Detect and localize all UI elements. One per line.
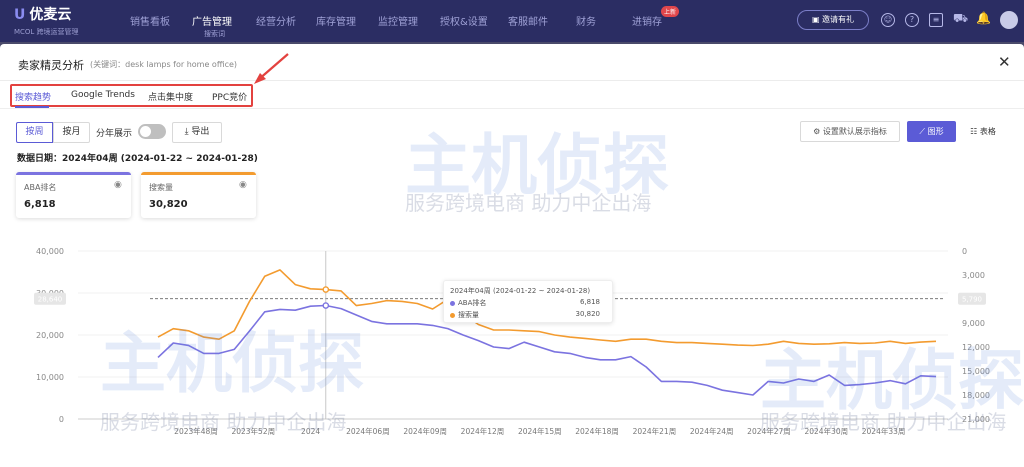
line-chart-icon: ⟋ xyxy=(919,127,928,136)
chart-tooltip: 2024年04周 (2024-01-22 ~ 2024-01-28) ABA排名… xyxy=(443,280,613,323)
tab-search-trend[interactable]: 搜索趋势 xyxy=(15,90,51,103)
settings-icon: ⚙ xyxy=(813,127,823,136)
y-right-tick-label: 3,000 xyxy=(962,271,985,280)
x-tick-label: 2023年48周 xyxy=(174,426,218,436)
y-left-tick-label: 40,000 xyxy=(36,247,64,256)
reference-label-right: 5,790 xyxy=(962,296,982,304)
nav-item-inventory[interactable]: 库存管理 xyxy=(316,13,356,28)
annotation-arrow-icon xyxy=(254,53,289,84)
card-accent-bar xyxy=(141,172,256,175)
graph-view-button[interactable]: ⟋ 图形 xyxy=(907,121,956,142)
series-dot-icon xyxy=(450,312,455,318)
search-trend-chart[interactable]: 010,00020,00030,00040,00003,0006,0009,00… xyxy=(0,239,1024,467)
nav-item-finance[interactable]: 财务 xyxy=(576,13,596,28)
y-right-tick-label: 18,000 xyxy=(962,391,990,400)
y-right-tick-label: 9,000 xyxy=(962,319,985,328)
watermark-slogan: 服务跨境电商 助力中企出海 xyxy=(405,191,652,215)
set-default-metrics-button[interactable]: ⚙ 设置默认展示指标 xyxy=(800,121,900,142)
nav-item-analysis[interactable]: 经营分析 xyxy=(256,13,296,28)
by-month-button[interactable]: 按月 xyxy=(53,122,90,143)
title-divider xyxy=(0,80,1024,81)
y-right-tick-label: 21,000 xyxy=(962,415,990,424)
nav-item-ads[interactable]: 广告管理 xyxy=(192,13,232,28)
x-tick-label: 2024年30周 xyxy=(804,426,848,436)
seller-sprite-modal: 卖家精灵分析 (关键词：desk lamps for home office) … xyxy=(0,44,1024,467)
x-tick-label: 2023年52周 xyxy=(231,426,275,436)
invite-button[interactable]: ▣ 邀请有礼 xyxy=(797,10,869,30)
modal-title: 卖家精灵分析 xyxy=(18,59,84,72)
x-tick-label: 2024年27周 xyxy=(747,426,791,436)
tooltip-row-aba: ABA排名 6,818 xyxy=(450,298,610,308)
tabs-divider xyxy=(0,108,1024,109)
y-right-tick-label: 0 xyxy=(962,247,967,256)
face-icon[interactable]: ☺ xyxy=(881,13,895,27)
card-accent-bar xyxy=(16,172,131,175)
reference-label-left: 28,640 xyxy=(38,296,63,304)
eye-icon[interactable]: ◉ xyxy=(239,180,247,190)
x-tick-label: 2024年06周 xyxy=(346,426,390,436)
y-right-tick-label: 12,000 xyxy=(962,343,990,352)
x-tick-label: 2024年09周 xyxy=(403,426,447,436)
cart-icon[interactable]: ⛟ xyxy=(953,12,968,27)
modal-keyword: (关键词：desk lamps for home office) xyxy=(90,60,238,69)
eye-icon[interactable]: ◉ xyxy=(114,180,122,190)
nav-item-mail[interactable]: 客服邮件 xyxy=(508,13,548,28)
nav-item-monitor[interactable]: 监控管理 xyxy=(378,13,418,28)
x-tick-label: 2024年33周 xyxy=(862,426,906,436)
by-year-toggle[interactable] xyxy=(138,124,166,139)
watermark-brand: 主机侦探 xyxy=(405,127,669,204)
gift-icon: ▣ xyxy=(811,15,823,24)
metric-card-aba-rank[interactable]: ABA排名 6,818 ◉ xyxy=(16,172,131,218)
y-left-tick-label: 0 xyxy=(59,415,64,424)
hover-point xyxy=(322,302,330,309)
table-view-button[interactable]: ☷ 表格 xyxy=(958,121,1008,142)
avatar[interactable] xyxy=(1000,11,1018,29)
nav-item-sales-board[interactable]: 销售看板 xyxy=(130,13,170,28)
card-value: 30,820 xyxy=(149,199,188,210)
y-left-tick-label: 10,000 xyxy=(36,373,64,382)
x-tick-label: 2024年12周 xyxy=(461,426,505,436)
y-right-tick-label: 15,000 xyxy=(962,367,990,376)
tab-google-trends[interactable]: Google Trends xyxy=(71,90,135,100)
tab-ppc-bid[interactable]: PPC竞价 xyxy=(212,90,247,103)
nav-item-purchase[interactable]: 进销存 xyxy=(632,13,662,28)
by-year-label: 分年展示 xyxy=(96,129,133,139)
nav-item-settings[interactable]: 授权&设置 xyxy=(440,13,488,28)
card-label: 搜索量 xyxy=(149,183,173,192)
card-value: 6,818 xyxy=(24,199,56,210)
message-icon[interactable]: ≡ xyxy=(929,13,943,27)
bell-icon[interactable]: 🔔 xyxy=(976,12,991,27)
x-tick-label: 2024年24周 xyxy=(690,426,734,436)
tooltip-header: 2024年04周 (2024-01-22 ~ 2024-01-28) xyxy=(450,287,591,295)
help-icon[interactable]: ? xyxy=(905,13,919,27)
x-tick-label: 2024 xyxy=(301,427,320,436)
by-week-button[interactable]: 按周 xyxy=(16,122,53,143)
close-icon[interactable]: ✕ xyxy=(998,53,1011,71)
logo-mark-icon: U xyxy=(14,7,26,23)
table-icon: ☷ xyxy=(970,127,980,136)
tooltip-row-volume: 搜索量 30,820 xyxy=(450,310,610,320)
app-logo-subtitle: MCOL 跨境运营管理 xyxy=(14,28,79,36)
app-logo[interactable]: U 优麦云 xyxy=(14,4,71,24)
hover-point xyxy=(322,286,330,293)
x-tick-label: 2024年15周 xyxy=(518,426,562,436)
tab-click-concentration[interactable]: 点击集中度 xyxy=(148,90,193,103)
data-date: 数据日期：2024年04周 (2024-01-22 ~ 2024-01-28) xyxy=(17,154,258,164)
y-left-tick-label: 20,000 xyxy=(36,331,64,340)
x-tick-label: 2024年21周 xyxy=(633,426,677,436)
card-label: ABA排名 xyxy=(24,183,57,192)
nav-sub-label: 搜索词 xyxy=(204,30,225,38)
export-button[interactable]: ⤓ 导出 xyxy=(172,122,222,143)
nav-new-badge: 上新 xyxy=(661,6,680,17)
series-dot-icon xyxy=(450,300,455,306)
x-tick-label: 2024年18周 xyxy=(575,426,619,436)
metric-card-search-volume[interactable]: 搜索量 30,820 ◉ xyxy=(141,172,256,218)
top-nav-bar: U 优麦云 MCOL 跨境运营管理 销售看板 广告管理 搜索词 经营分析 库存管理… xyxy=(0,0,1024,42)
